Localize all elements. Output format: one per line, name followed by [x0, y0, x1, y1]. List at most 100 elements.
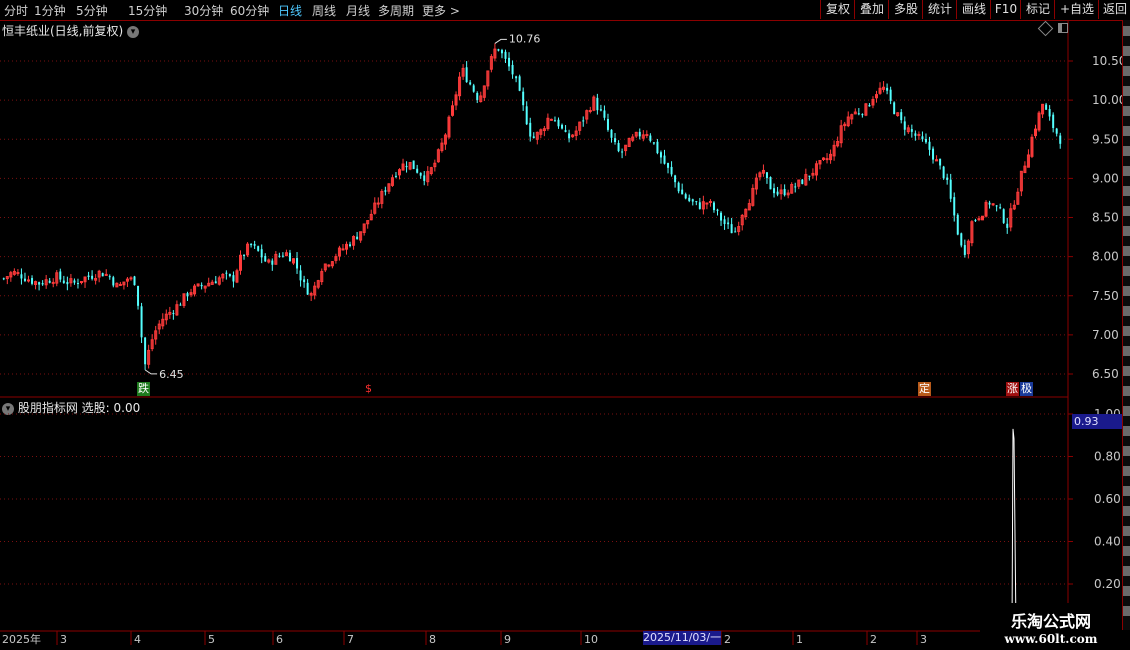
candle-body	[137, 285, 140, 306]
candle-body	[561, 124, 564, 129]
candle-body	[426, 171, 430, 183]
indicator-value-badge: 0.93	[1072, 414, 1122, 429]
candle-body	[667, 163, 670, 168]
candle-body	[189, 292, 193, 296]
candle-body	[549, 118, 553, 121]
main-tick-label-3: 9.00	[1092, 171, 1119, 185]
main-tick-label-8: 6.50	[1092, 367, 1119, 381]
candle-body	[390, 177, 394, 186]
period-tab-10[interactable]: 更多 >	[422, 2, 460, 19]
candle-body	[621, 151, 624, 153]
toolbar-button-7[interactable]: +自选	[1054, 0, 1099, 19]
period-tab-7[interactable]: 周线	[312, 2, 336, 19]
toolbar-button-0[interactable]: 复权	[820, 0, 855, 19]
watermark-text: 乐淘公式网	[1010, 612, 1091, 631]
candle-body	[727, 222, 730, 225]
side-panel-glyph	[1123, 46, 1130, 56]
period-tab-6[interactable]: 日线	[278, 2, 302, 19]
candle-body	[691, 199, 694, 202]
main-tick-label-6: 7.50	[1092, 289, 1119, 303]
period-tab-2[interactable]: 5分钟	[76, 2, 108, 19]
candle-body	[674, 175, 677, 183]
candle-body	[525, 106, 528, 125]
chevron-down-icon[interactable]: ▾	[127, 25, 140, 38]
side-panel-glyph	[1123, 546, 1130, 556]
candle-body	[871, 98, 875, 106]
period-tab-4[interactable]: 30分钟	[184, 2, 223, 19]
candle-body	[999, 207, 1002, 209]
right-side-panel[interactable]	[1122, 20, 1130, 630]
candle-body	[327, 264, 331, 267]
candle-body	[839, 125, 843, 144]
candle-body	[695, 201, 698, 203]
candle-body	[659, 152, 662, 158]
candle-body	[299, 270, 302, 281]
signal-label-1: $	[364, 382, 373, 396]
candle-body	[493, 48, 497, 59]
candle-body	[836, 141, 840, 147]
period-tab-3[interactable]: 15分钟	[128, 2, 167, 19]
candle-body	[246, 243, 250, 256]
candle-body	[257, 246, 260, 251]
candle-body	[1055, 128, 1058, 134]
toolbar-button-2[interactable]: 多股	[888, 0, 923, 19]
candle-body	[953, 197, 956, 216]
candle-body	[239, 254, 242, 271]
candle-body	[341, 248, 345, 251]
side-panel-glyph	[1123, 206, 1130, 216]
candle-body	[610, 129, 613, 138]
candle-body	[274, 253, 278, 265]
candle-body	[557, 119, 560, 127]
candle-body	[1012, 204, 1016, 210]
candle-body	[235, 270, 239, 283]
chevron-down-icon[interactable]: ▾	[2, 402, 14, 415]
toolbar-button-3[interactable]: 统计	[922, 0, 957, 19]
date-label-10: 1	[796, 633, 803, 646]
toolbar-button-5[interactable]: F10	[990, 0, 1021, 19]
toolbar-button-1[interactable]: 叠加	[854, 0, 889, 19]
candle-body	[1016, 191, 1020, 205]
side-panel-glyph	[1123, 306, 1130, 316]
candle-body	[278, 255, 281, 257]
period-tab-9[interactable]: 多周期	[378, 2, 414, 19]
period-tab-5[interactable]: 60分钟	[230, 2, 269, 19]
candle-body	[878, 87, 882, 94]
side-panel-glyph	[1123, 266, 1130, 276]
period-tab-1[interactable]: 1分钟	[34, 2, 66, 19]
candle-body	[129, 277, 133, 280]
candle-body	[853, 111, 857, 115]
candle-body	[454, 94, 458, 106]
side-panel-glyph	[1123, 426, 1130, 436]
candle-body	[260, 249, 263, 258]
candle-body	[394, 175, 397, 177]
candle-body	[977, 218, 981, 221]
window-icon[interactable]	[1058, 23, 1068, 33]
diamond-icon[interactable]	[1037, 20, 1054, 37]
side-panel-glyph	[1123, 346, 1130, 356]
toolbar-button-6[interactable]: 标记	[1020, 0, 1055, 19]
candle-body	[783, 189, 786, 196]
candle-body	[631, 136, 635, 141]
candle-body	[334, 256, 338, 261]
period-tab-0[interactable]: 分时	[4, 2, 28, 19]
candle-body	[995, 205, 998, 207]
toolbar-button-8[interactable]: 返回	[1098, 0, 1130, 19]
candle-body	[596, 97, 599, 111]
candle-body	[574, 130, 578, 136]
candle-body	[51, 281, 55, 284]
candle-body	[1041, 103, 1045, 115]
candle-body	[804, 174, 808, 186]
candle-body	[73, 280, 76, 283]
candle-body	[1059, 135, 1062, 144]
candle-body	[433, 162, 437, 168]
date-label-11: 2	[870, 633, 877, 646]
candle-body	[744, 208, 748, 218]
candle-body	[303, 279, 306, 283]
candle-body	[133, 276, 136, 286]
side-panel-glyph	[1123, 446, 1130, 456]
candle-body	[20, 274, 23, 279]
side-panel-glyph	[1123, 126, 1130, 136]
period-tab-8[interactable]: 月线	[346, 2, 370, 19]
toolbar-button-4[interactable]: 画线	[956, 0, 991, 19]
candle-body	[588, 110, 592, 113]
